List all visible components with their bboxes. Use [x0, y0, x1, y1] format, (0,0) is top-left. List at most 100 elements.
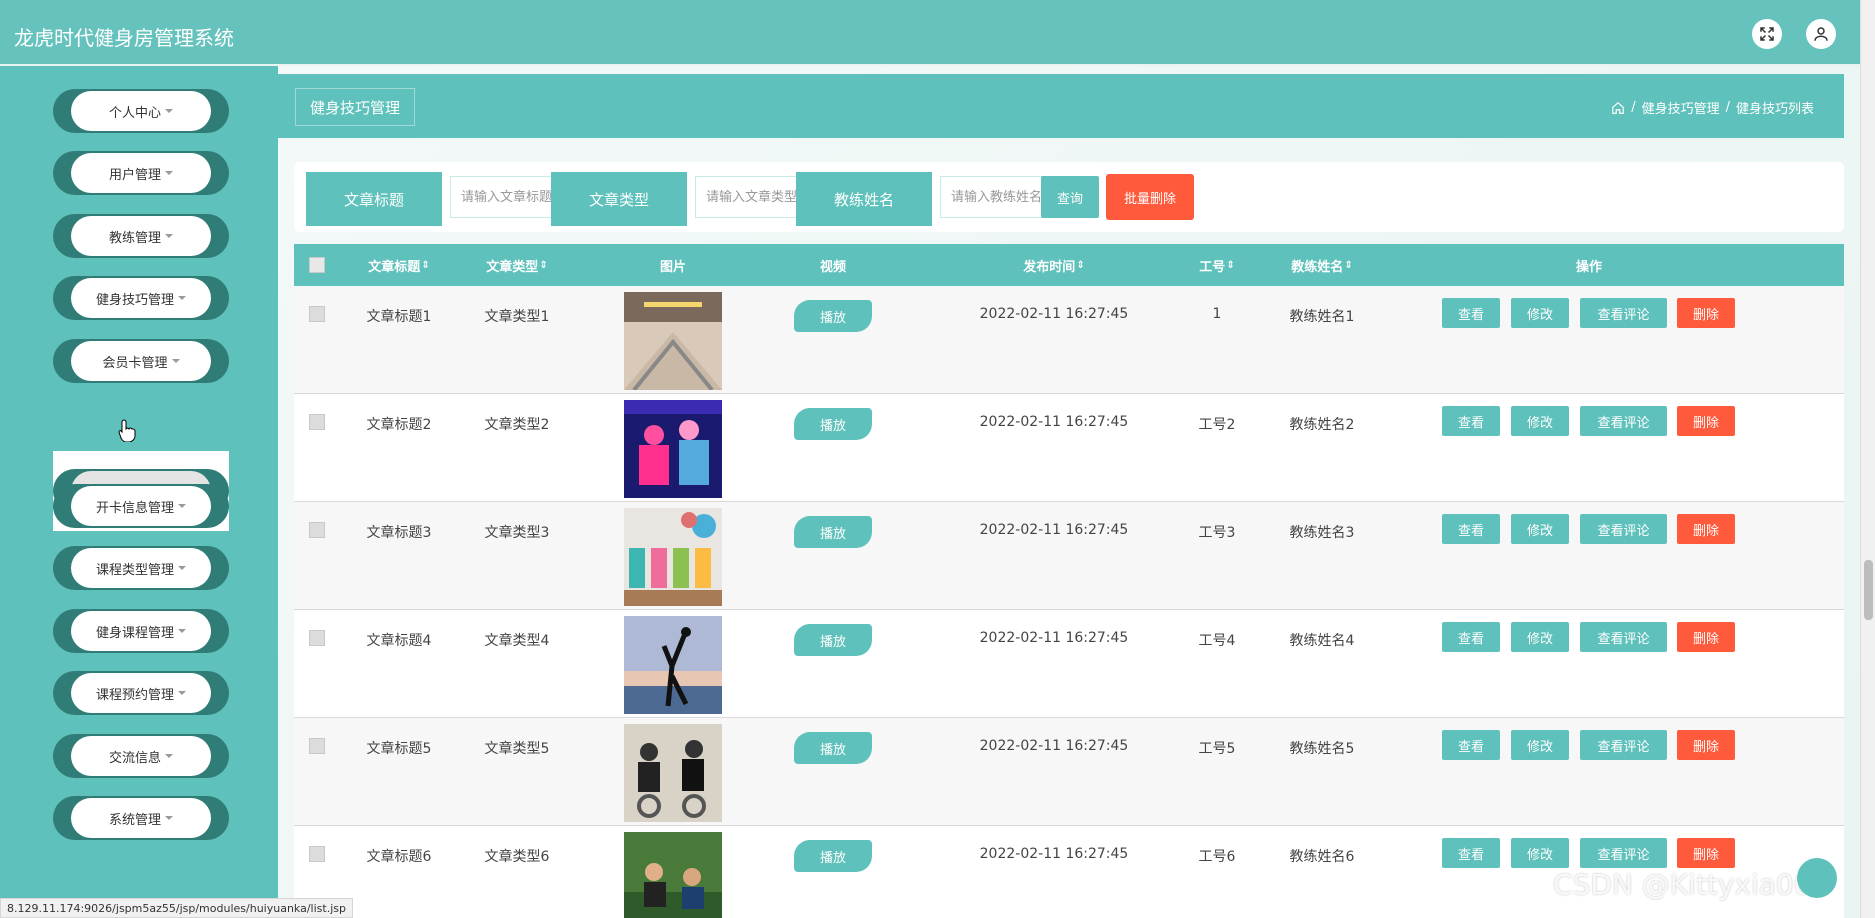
- th-publish-time[interactable]: 发布时间 ⇕: [954, 244, 1154, 286]
- cell-coach-name: 教练姓名6: [1289, 849, 1355, 865]
- article-image[interactable]: [624, 724, 722, 822]
- sidebar-item-system[interactable]: 系统管理: [53, 796, 229, 840]
- th-title[interactable]: 文章标题 ⇕: [344, 244, 454, 286]
- sidebar-item-personal[interactable]: 个人中心: [53, 89, 229, 133]
- select-all-cell: [294, 244, 340, 286]
- breadcrumb-separator: /: [1631, 100, 1636, 115]
- sort-icon: ⇕: [1076, 259, 1085, 271]
- edit-button[interactable]: 修改: [1511, 622, 1569, 652]
- cell-type: 文章类型5: [484, 741, 550, 757]
- view-comments-button[interactable]: 查看评论: [1580, 514, 1667, 544]
- sidebar-item-courses[interactable]: 健身课程管理: [53, 609, 229, 653]
- caret-down-icon: [165, 109, 173, 113]
- cell-publish-time: 2022-02-11 16:27:45: [979, 522, 1129, 538]
- view-comments-button[interactable]: 查看评论: [1580, 730, 1667, 760]
- delete-button[interactable]: 删除: [1677, 298, 1735, 328]
- sidebar-item-label: 个人中心: [108, 105, 161, 121]
- sidebar-item-reservations[interactable]: 课程预约管理: [53, 671, 229, 715]
- row-select-cell: [294, 610, 340, 718]
- caret-down-icon: [178, 504, 186, 508]
- sidebar-item-label: 交流信息: [108, 750, 161, 766]
- user-button[interactable]: [1806, 19, 1836, 49]
- sidebar-item-messages[interactable]: 交流信息: [53, 734, 229, 778]
- view-comments-button[interactable]: 查看评论: [1580, 406, 1667, 436]
- play-video-button[interactable]: 播放: [794, 840, 872, 872]
- view-comments-button[interactable]: 查看评论: [1580, 838, 1667, 868]
- cell-type: 文章类型2: [484, 417, 550, 433]
- view-button[interactable]: 查看: [1442, 838, 1500, 868]
- article-image[interactable]: [624, 508, 722, 606]
- th-type[interactable]: 文章类型 ⇕: [462, 244, 572, 286]
- th-label: 文章标题: [368, 259, 421, 275]
- batch-delete-button[interactable]: 批量删除: [1106, 174, 1194, 220]
- edit-button[interactable]: 修改: [1511, 514, 1569, 544]
- view-button[interactable]: 查看: [1442, 622, 1500, 652]
- play-video-button[interactable]: 播放: [794, 516, 872, 548]
- search-label-title: 文章标题: [306, 172, 442, 226]
- cell-type: 文章类型6: [484, 849, 550, 865]
- delete-button[interactable]: 删除: [1677, 514, 1735, 544]
- edit-button[interactable]: 修改: [1511, 838, 1569, 868]
- th-actions: 操作: [1575, 259, 1602, 275]
- row-checkbox[interactable]: [309, 306, 325, 322]
- delete-button[interactable]: 删除: [1677, 838, 1735, 868]
- sidebar-item-member-card[interactable]: 会员卡管理: [53, 339, 229, 383]
- floating-button[interactable]: [1797, 858, 1837, 898]
- caret-down-icon: [178, 629, 186, 633]
- sidebar-item-label: 健身技巧管理: [95, 292, 174, 308]
- cell-job-no: 1: [1212, 306, 1222, 322]
- th-coach-name[interactable]: 教练姓名 ⇕: [1262, 244, 1382, 286]
- select-all-checkbox[interactable]: [309, 257, 325, 273]
- sidebar-item-card-opening[interactable]: 开卡信息管理: [53, 484, 229, 528]
- row-checkbox[interactable]: [309, 522, 325, 538]
- cell-type: 文章类型3: [484, 525, 550, 541]
- th-job-no[interactable]: 工号 ⇕: [1172, 244, 1262, 286]
- sidebar-item-fitness-tips[interactable]: 健身技巧管理: [53, 276, 229, 320]
- delete-button[interactable]: 删除: [1677, 622, 1735, 652]
- table-row: 文章标题2 文章类型2 播放 2022-02-11 16:27:45 工号2 教练姓名2 查…: [294, 394, 1844, 502]
- article-image[interactable]: [624, 832, 722, 918]
- delete-button[interactable]: 删除: [1677, 730, 1735, 760]
- expand-icon: [1760, 27, 1774, 41]
- view-button[interactable]: 查看: [1442, 730, 1500, 760]
- sidebar-item-label: 课程预约管理: [95, 687, 174, 703]
- row-checkbox[interactable]: [309, 630, 325, 646]
- watermark: CSDN @Kittyxia001: [1553, 868, 1830, 901]
- view-button[interactable]: 查看: [1442, 406, 1500, 436]
- sidebar-item-coaches[interactable]: 教练管理: [53, 214, 229, 258]
- view-comments-button[interactable]: 查看评论: [1580, 622, 1667, 652]
- edit-button[interactable]: 修改: [1511, 730, 1569, 760]
- article-image[interactable]: [624, 292, 722, 390]
- play-video-button[interactable]: 播放: [794, 300, 872, 332]
- view-button[interactable]: 查看: [1442, 514, 1500, 544]
- query-button[interactable]: 查询: [1041, 176, 1099, 218]
- edit-button[interactable]: 修改: [1511, 298, 1569, 328]
- row-checkbox[interactable]: [309, 738, 325, 754]
- view-comments-button[interactable]: 查看评论: [1580, 298, 1667, 328]
- sidebar-item-users[interactable]: 用户管理: [53, 151, 229, 195]
- table-row: 文章标题4 文章类型4 播放 2022-02-11 16:27:45 工号4 教练姓名4 查…: [294, 610, 1844, 718]
- home-icon[interactable]: [1611, 101, 1625, 115]
- table-row: 文章标题1 文章类型1 播放 2022-02-11 16:27:45 1 教练姓名1 查看修…: [294, 286, 1844, 394]
- article-image[interactable]: [624, 400, 722, 498]
- vertical-scrollbar[interactable]: [1860, 0, 1875, 918]
- breadcrumb-item-current: 健身技巧列表: [1735, 102, 1814, 117]
- breadcrumb-item-section[interactable]: 健身技巧管理: [1642, 98, 1720, 117]
- delete-button[interactable]: 删除: [1677, 406, 1735, 436]
- cell-publish-time: 2022-02-11 16:27:45: [979, 630, 1129, 646]
- scrollbar-thumb[interactable]: [1864, 560, 1873, 620]
- play-video-button[interactable]: 播放: [794, 732, 872, 764]
- play-video-button[interactable]: 播放: [794, 624, 872, 656]
- top-header: 龙虎时代健身房管理系统: [0, 0, 1860, 66]
- sidebar-item-course-types[interactable]: 课程类型管理: [53, 546, 229, 590]
- fullscreen-button[interactable]: [1752, 19, 1782, 49]
- row-checkbox[interactable]: [309, 846, 325, 862]
- th-image: 图片: [659, 259, 686, 275]
- edit-button[interactable]: 修改: [1511, 406, 1569, 436]
- cell-job-no: 工号6: [1198, 849, 1236, 865]
- play-video-button[interactable]: 播放: [794, 408, 872, 440]
- view-button[interactable]: 查看: [1442, 298, 1500, 328]
- row-checkbox[interactable]: [309, 414, 325, 430]
- article-image[interactable]: [624, 616, 722, 714]
- sidebar-item-label: 会员卡管理: [102, 355, 168, 371]
